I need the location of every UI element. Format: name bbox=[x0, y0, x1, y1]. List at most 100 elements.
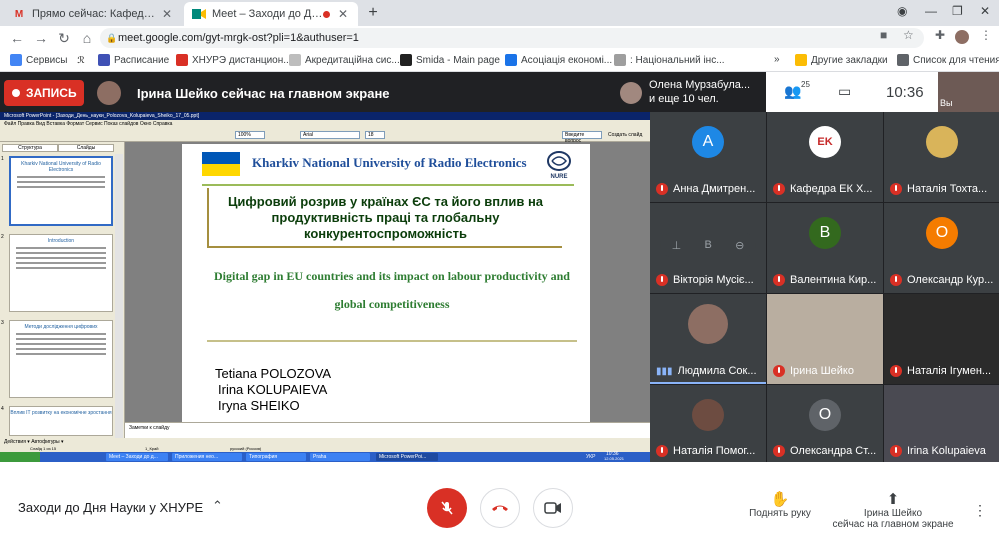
chevron-up-icon[interactable]: ⌃ bbox=[212, 498, 223, 514]
browser-toolbar: ← → ↻ ⌂ 🔒 meet.google.com/gyt-mrgk-ost?p… bbox=[0, 26, 999, 50]
mic-off-icon bbox=[773, 274, 785, 286]
participant-name: Irina Kolupaieva bbox=[907, 445, 986, 457]
bookmark-2[interactable]: ℛ bbox=[75, 54, 91, 66]
home-icon[interactable]: ⌂ bbox=[78, 29, 96, 47]
slide-divider bbox=[202, 184, 574, 186]
thumb-line bbox=[16, 333, 106, 335]
bookmark-association[interactable]: Асоціація економі... bbox=[505, 54, 612, 66]
participant-tile[interactable]: Наталія Помог... bbox=[650, 385, 766, 462]
participant-tile[interactable]: O Олександра Ст... bbox=[767, 385, 883, 462]
raise-hand-button[interactable]: ✋ Поднять руку bbox=[745, 490, 815, 519]
profile-avatar[interactable] bbox=[955, 30, 969, 44]
bookmarks-more[interactable]: » bbox=[774, 54, 780, 65]
participant-tile[interactable]: EK Кафедра ЕК Х... bbox=[767, 112, 883, 202]
status-slide: Слайд 1 из 15 bbox=[30, 446, 57, 451]
bookmark-apps[interactable]: Сервисы bbox=[10, 54, 67, 66]
status-design: 1_Край bbox=[145, 446, 159, 451]
bookmark-accreditation[interactable]: Акредитаційна сис... bbox=[289, 54, 400, 66]
thumb-title: Kharkiv National University of Radio Ele… bbox=[21, 161, 101, 173]
more-options-icon[interactable]: ⋮ bbox=[973, 502, 987, 519]
pin-icon[interactable]: ⊥ bbox=[672, 239, 682, 252]
participant-tile[interactable]: Наталія Ігумен... bbox=[884, 294, 999, 384]
thumb-line bbox=[17, 181, 105, 183]
bookmark-schedule[interactable]: Расписание bbox=[98, 54, 169, 66]
raise-hand-label: Поднять руку bbox=[749, 508, 811, 519]
thumb-line bbox=[16, 257, 106, 259]
participant-tile[interactable]: Наталія Тохта... bbox=[884, 112, 999, 202]
star-icon[interactable]: ☆ bbox=[903, 28, 914, 42]
tab-meet[interactable]: Meet – Заходи до Дня Науки ✕ bbox=[184, 2, 358, 26]
recording-button[interactable]: ЗАПИСЬ bbox=[4, 80, 84, 106]
new-tab-button[interactable]: + bbox=[363, 3, 383, 23]
extensions-icon[interactable]: ✚ bbox=[935, 28, 945, 42]
doc-icon bbox=[289, 54, 301, 66]
participant-tile[interactable]: O Олександр Кур... bbox=[884, 203, 999, 293]
zoom-box: 100% bbox=[235, 131, 265, 139]
minimize-icon[interactable]: — bbox=[925, 4, 937, 18]
nure-icon bbox=[176, 54, 188, 66]
mic-off-icon bbox=[890, 365, 902, 377]
camera-toggle-button[interactable] bbox=[533, 488, 573, 528]
maximize-icon[interactable]: ❐ bbox=[952, 4, 963, 18]
bookmark-national[interactable]: : Національний інс... bbox=[614, 54, 725, 66]
record-dot-icon bbox=[12, 89, 20, 97]
font-box: Arial bbox=[300, 131, 360, 139]
meeting-name[interactable]: Заходи до Дня Науки у ХНУРЕ bbox=[18, 500, 203, 515]
others-line2: и еще 10 чел. bbox=[649, 93, 719, 105]
participant-tile[interactable]: ⊥ В ⊖ Вікторія Мусіє... bbox=[650, 203, 766, 293]
self-view[interactable]: Вы bbox=[938, 72, 999, 112]
tab-kafedra[interactable]: M Прямо сейчас: Кафедра ЕК ХНУ ✕ bbox=[4, 2, 182, 26]
participant-tile[interactable]: A Анна Дмитрен... bbox=[650, 112, 766, 202]
presenting-banner: Ірина Шейко сейчас на главном экране bbox=[137, 86, 390, 101]
remove-icon[interactable]: ⊖ bbox=[735, 239, 744, 252]
people-icon[interactable]: 👥 bbox=[784, 83, 801, 100]
others-summary[interactable]: Олена Мурзабула... и еще 10 чел. bbox=[649, 78, 750, 106]
close-icon[interactable]: ✕ bbox=[336, 7, 350, 21]
forward-icon[interactable]: → bbox=[32, 29, 50, 47]
ppt-slide-area: Kharkiv National University of Radio Ele… bbox=[125, 142, 650, 422]
participant-tile[interactable]: Ірина Шейко bbox=[767, 294, 883, 384]
profile-menu-icon[interactable]: ◉ bbox=[897, 4, 907, 18]
participant-tile[interactable]: В Валентина Кир... bbox=[767, 203, 883, 293]
mic-off-icon bbox=[773, 183, 785, 195]
mic-off-icon bbox=[890, 274, 902, 286]
window-close-icon[interactable]: ✕ bbox=[980, 4, 990, 18]
close-icon[interactable]: ✕ bbox=[160, 7, 174, 21]
bookmark-label: ХНУРЭ дистанцион... bbox=[192, 54, 292, 66]
meet-top-bar: ЗАПИСЬ Ірина Шейко сейчас на главном экр… bbox=[0, 72, 999, 112]
thumb-title: Методи дослідження цифрових bbox=[24, 324, 98, 330]
bookmark-smida[interactable]: Smida - Main page bbox=[400, 54, 500, 66]
thumb-title: Introduction bbox=[47, 238, 75, 244]
mic-toggle-button[interactable] bbox=[427, 488, 467, 528]
reading-list-icon bbox=[897, 54, 909, 66]
slide-title-ua: Цифровий розрив у країнах ЄС та його впл… bbox=[207, 188, 562, 248]
thumb-line bbox=[16, 267, 106, 269]
other-bookmarks[interactable]: Другие закладки bbox=[795, 54, 888, 66]
bookmark-nure[interactable]: ХНУРЭ дистанцион... bbox=[176, 54, 292, 66]
taskbar-item: Meet – Заходи до д... bbox=[106, 453, 168, 461]
thumb-number: 2 bbox=[1, 234, 4, 240]
back-icon[interactable]: ← bbox=[8, 29, 26, 47]
meet-bottom-bar: Заходи до Дня Науки у ХНУРЕ ⌃ ✋ Поднять … bbox=[0, 462, 999, 541]
size-box: 18 bbox=[365, 131, 385, 139]
reading-list[interactable]: Список для чтения bbox=[897, 54, 999, 66]
presenting-button[interactable]: ⬆ Ірина Шейко сейчас на главном экране bbox=[830, 490, 956, 530]
participant-tile[interactable]: ▮▮▮ Людмила Сок... bbox=[650, 294, 766, 384]
participants-grid: A Анна Дмитрен... EK Кафедра ЕК Х... Нат… bbox=[650, 112, 999, 462]
ppt-window-title: Microsoft PowerPoint - [Заходи_День_наук… bbox=[0, 112, 650, 120]
mic-off-icon bbox=[773, 445, 785, 457]
menu-icon[interactable]: ⋮ bbox=[980, 28, 992, 42]
meeting-time: 10:36 bbox=[886, 84, 924, 101]
mic-off-icon bbox=[441, 501, 453, 515]
ppt-notes: Заметки к слайду bbox=[125, 422, 650, 438]
reload-icon[interactable]: ↻ bbox=[55, 29, 73, 47]
chat-icon[interactable]: ▭ bbox=[838, 83, 851, 100]
participant-tile[interactable]: Irina Kolupaieva bbox=[884, 385, 999, 462]
tab-title: Meet – Заходи до Дня Науки bbox=[212, 8, 323, 20]
address-bar[interactable]: 🔒 meet.google.com/gyt-mrgk-ost?pli=1&aut… bbox=[100, 28, 924, 48]
nure-logo-text: NURE bbox=[550, 174, 567, 180]
participant-avatar: A bbox=[692, 126, 724, 158]
leave-call-button[interactable] bbox=[480, 488, 520, 528]
mic-off-icon bbox=[656, 183, 668, 195]
camera-indicator-icon[interactable]: ■ bbox=[880, 28, 887, 42]
